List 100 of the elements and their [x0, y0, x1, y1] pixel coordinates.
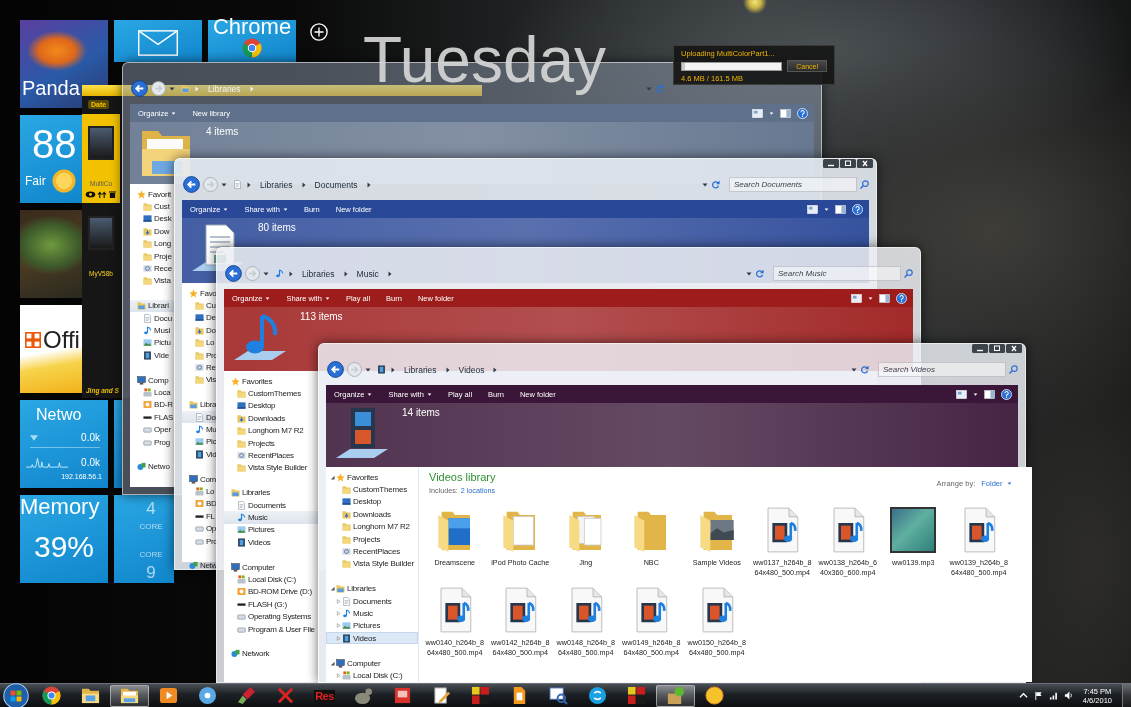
nav-item[interactable]: Local Disk (C:)	[326, 669, 418, 682]
nav-item[interactable]: Libra	[182, 398, 217, 411]
taskbar-button[interactable]	[110, 684, 149, 707]
preview-pane-icon[interactable]	[835, 204, 846, 214]
nav-item[interactable]: Vista Style Builder	[224, 461, 319, 475]
refresh-icon[interactable]	[711, 180, 720, 189]
nav-item[interactable]: Network	[224, 647, 319, 660]
search-icon[interactable]	[860, 180, 869, 189]
breadcrumb-link[interactable]: Videos	[458, 364, 485, 375]
mail-tile[interactable]	[114, 20, 202, 62]
up-arrows-icon[interactable]	[97, 191, 107, 198]
nav-item[interactable]: Pictures	[224, 523, 319, 537]
nav-item[interactable]: Docu	[130, 311, 175, 325]
caret-icon[interactable]	[263, 271, 269, 276]
caret-icon[interactable]	[824, 207, 829, 211]
chevron-icon[interactable]	[493, 366, 498, 373]
nav-item[interactable]: Downloads	[326, 508, 418, 521]
breadcrumb-link[interactable]: Music	[356, 268, 379, 279]
minimize-icon[interactable]	[972, 344, 988, 353]
nav-item[interactable]: Pic	[182, 435, 217, 449]
chevron-icon[interactable]	[289, 270, 293, 277]
search-field[interactable]: Search Documents	[729, 177, 857, 192]
chevron-icon[interactable]	[366, 181, 371, 188]
search-icon[interactable]	[904, 269, 913, 278]
nav-item[interactable]: Re	[182, 361, 217, 374]
nav-item[interactable]: Do	[182, 324, 217, 337]
view-icon[interactable]	[851, 293, 862, 303]
start-orb-icon[interactable]	[3, 682, 29, 707]
chevron-icon[interactable]	[445, 366, 450, 373]
view-icon[interactable]	[956, 389, 967, 399]
chevron-up-icon[interactable]	[1018, 691, 1028, 700]
nav-item[interactable]: Favorites	[224, 375, 319, 388]
caret-icon[interactable]	[851, 367, 857, 372]
nav-item[interactable]: Desktop	[224, 399, 319, 413]
help-icon[interactable]	[1001, 388, 1012, 400]
nav-item[interactable]: Vista Style Builder	[326, 557, 418, 571]
nav-item[interactable]: Videos	[224, 536, 319, 549]
nav-item[interactable]: FLASH (G:)	[224, 598, 319, 611]
nav-item[interactable]: Pro	[182, 534, 217, 548]
nav-item[interactable]: Vide	[130, 349, 175, 362]
nav-item[interactable]: Lo	[182, 336, 217, 349]
signal-bars-icon[interactable]	[1048, 691, 1058, 700]
photo-tile[interactable]	[20, 210, 82, 298]
nav-item[interactable]: Op	[182, 522, 217, 535]
nav-item[interactable]: Documents	[326, 594, 418, 608]
nav-item[interactable]: Dow	[130, 225, 175, 238]
refresh-icon[interactable]	[755, 269, 764, 278]
trash-icon[interactable]	[108, 191, 117, 198]
preview-pane-icon[interactable]	[984, 389, 995, 399]
nav-item[interactable]: RecentPlaces	[224, 449, 319, 462]
caret-icon[interactable]	[365, 367, 371, 372]
nav-item[interactable]: Libraries	[326, 582, 418, 595]
nav-item[interactable]: Comp	[130, 373, 175, 387]
nav-item[interactable]: Cust	[130, 200, 175, 213]
close-icon[interactable]	[857, 159, 873, 168]
maximize-icon[interactable]	[840, 159, 856, 168]
caret-icon[interactable]	[221, 182, 227, 187]
breadcrumb-link[interactable]: Libraries	[404, 364, 437, 375]
nav-item[interactable]: Mu	[182, 423, 217, 436]
nav-item[interactable]: Long	[130, 237, 175, 250]
nav-item[interactable]: BD-R	[130, 398, 175, 412]
nav-item[interactable]: Longhorn M7 R2	[224, 424, 319, 437]
nav-item[interactable]: Pictures	[326, 619, 418, 633]
nav-item[interactable]: BD	[182, 497, 217, 511]
nav-item[interactable]: Projects	[224, 436, 319, 450]
expanded-arrow-icon[interactable]	[330, 660, 335, 666]
chevron-icon[interactable]	[391, 366, 395, 373]
nav-item[interactable]: Program & User File	[224, 622, 319, 636]
nav-item[interactable]: Com	[182, 472, 217, 486]
chevron-icon[interactable]	[387, 270, 392, 277]
caret-icon[interactable]	[746, 271, 752, 276]
nav-item[interactable]: Music	[326, 607, 418, 620]
flag-icon[interactable]	[1033, 691, 1043, 700]
chevron-icon[interactable]	[247, 181, 251, 188]
close-icon[interactable]	[1006, 344, 1022, 353]
nav-item[interactable]: Prog	[130, 435, 175, 449]
show-desktop-button[interactable]	[1122, 684, 1131, 707]
nav-item[interactable]: Rece	[130, 262, 175, 275]
nav-item[interactable]: Operating Systems	[224, 610, 319, 623]
taskbar-button[interactable]	[656, 684, 695, 707]
nav-item[interactable]: Music	[224, 511, 319, 524]
nav-item[interactable]: Vis	[182, 373, 217, 387]
eye-icon[interactable]	[85, 191, 96, 198]
nav-item[interactable]: Libraries	[224, 486, 319, 499]
nav-item[interactable]: Do	[182, 410, 217, 424]
search-field[interactable]: Search Videos	[878, 362, 1006, 377]
taskbar-button[interactable]: Res	[305, 684, 344, 707]
nav-item[interactable]: Favo	[182, 287, 217, 300]
search-field[interactable]: Search Music	[773, 266, 901, 281]
nav-item[interactable]: CustomThemes	[224, 387, 319, 400]
nav-item[interactable]: Netwo	[130, 460, 175, 473]
nav-item[interactable]: Oper	[130, 423, 175, 436]
nav-item[interactable]: Desk	[130, 212, 175, 226]
chevron-icon[interactable]	[343, 270, 348, 277]
help-icon[interactable]	[852, 203, 863, 215]
nav-item[interactable]: Desktop	[326, 495, 418, 509]
nav-item[interactable]: FL	[182, 510, 217, 523]
plus-icon[interactable]	[310, 23, 328, 41]
nav-item[interactable]: Favorit	[130, 188, 175, 201]
nav-item[interactable]: RecentPlaces	[326, 545, 418, 558]
